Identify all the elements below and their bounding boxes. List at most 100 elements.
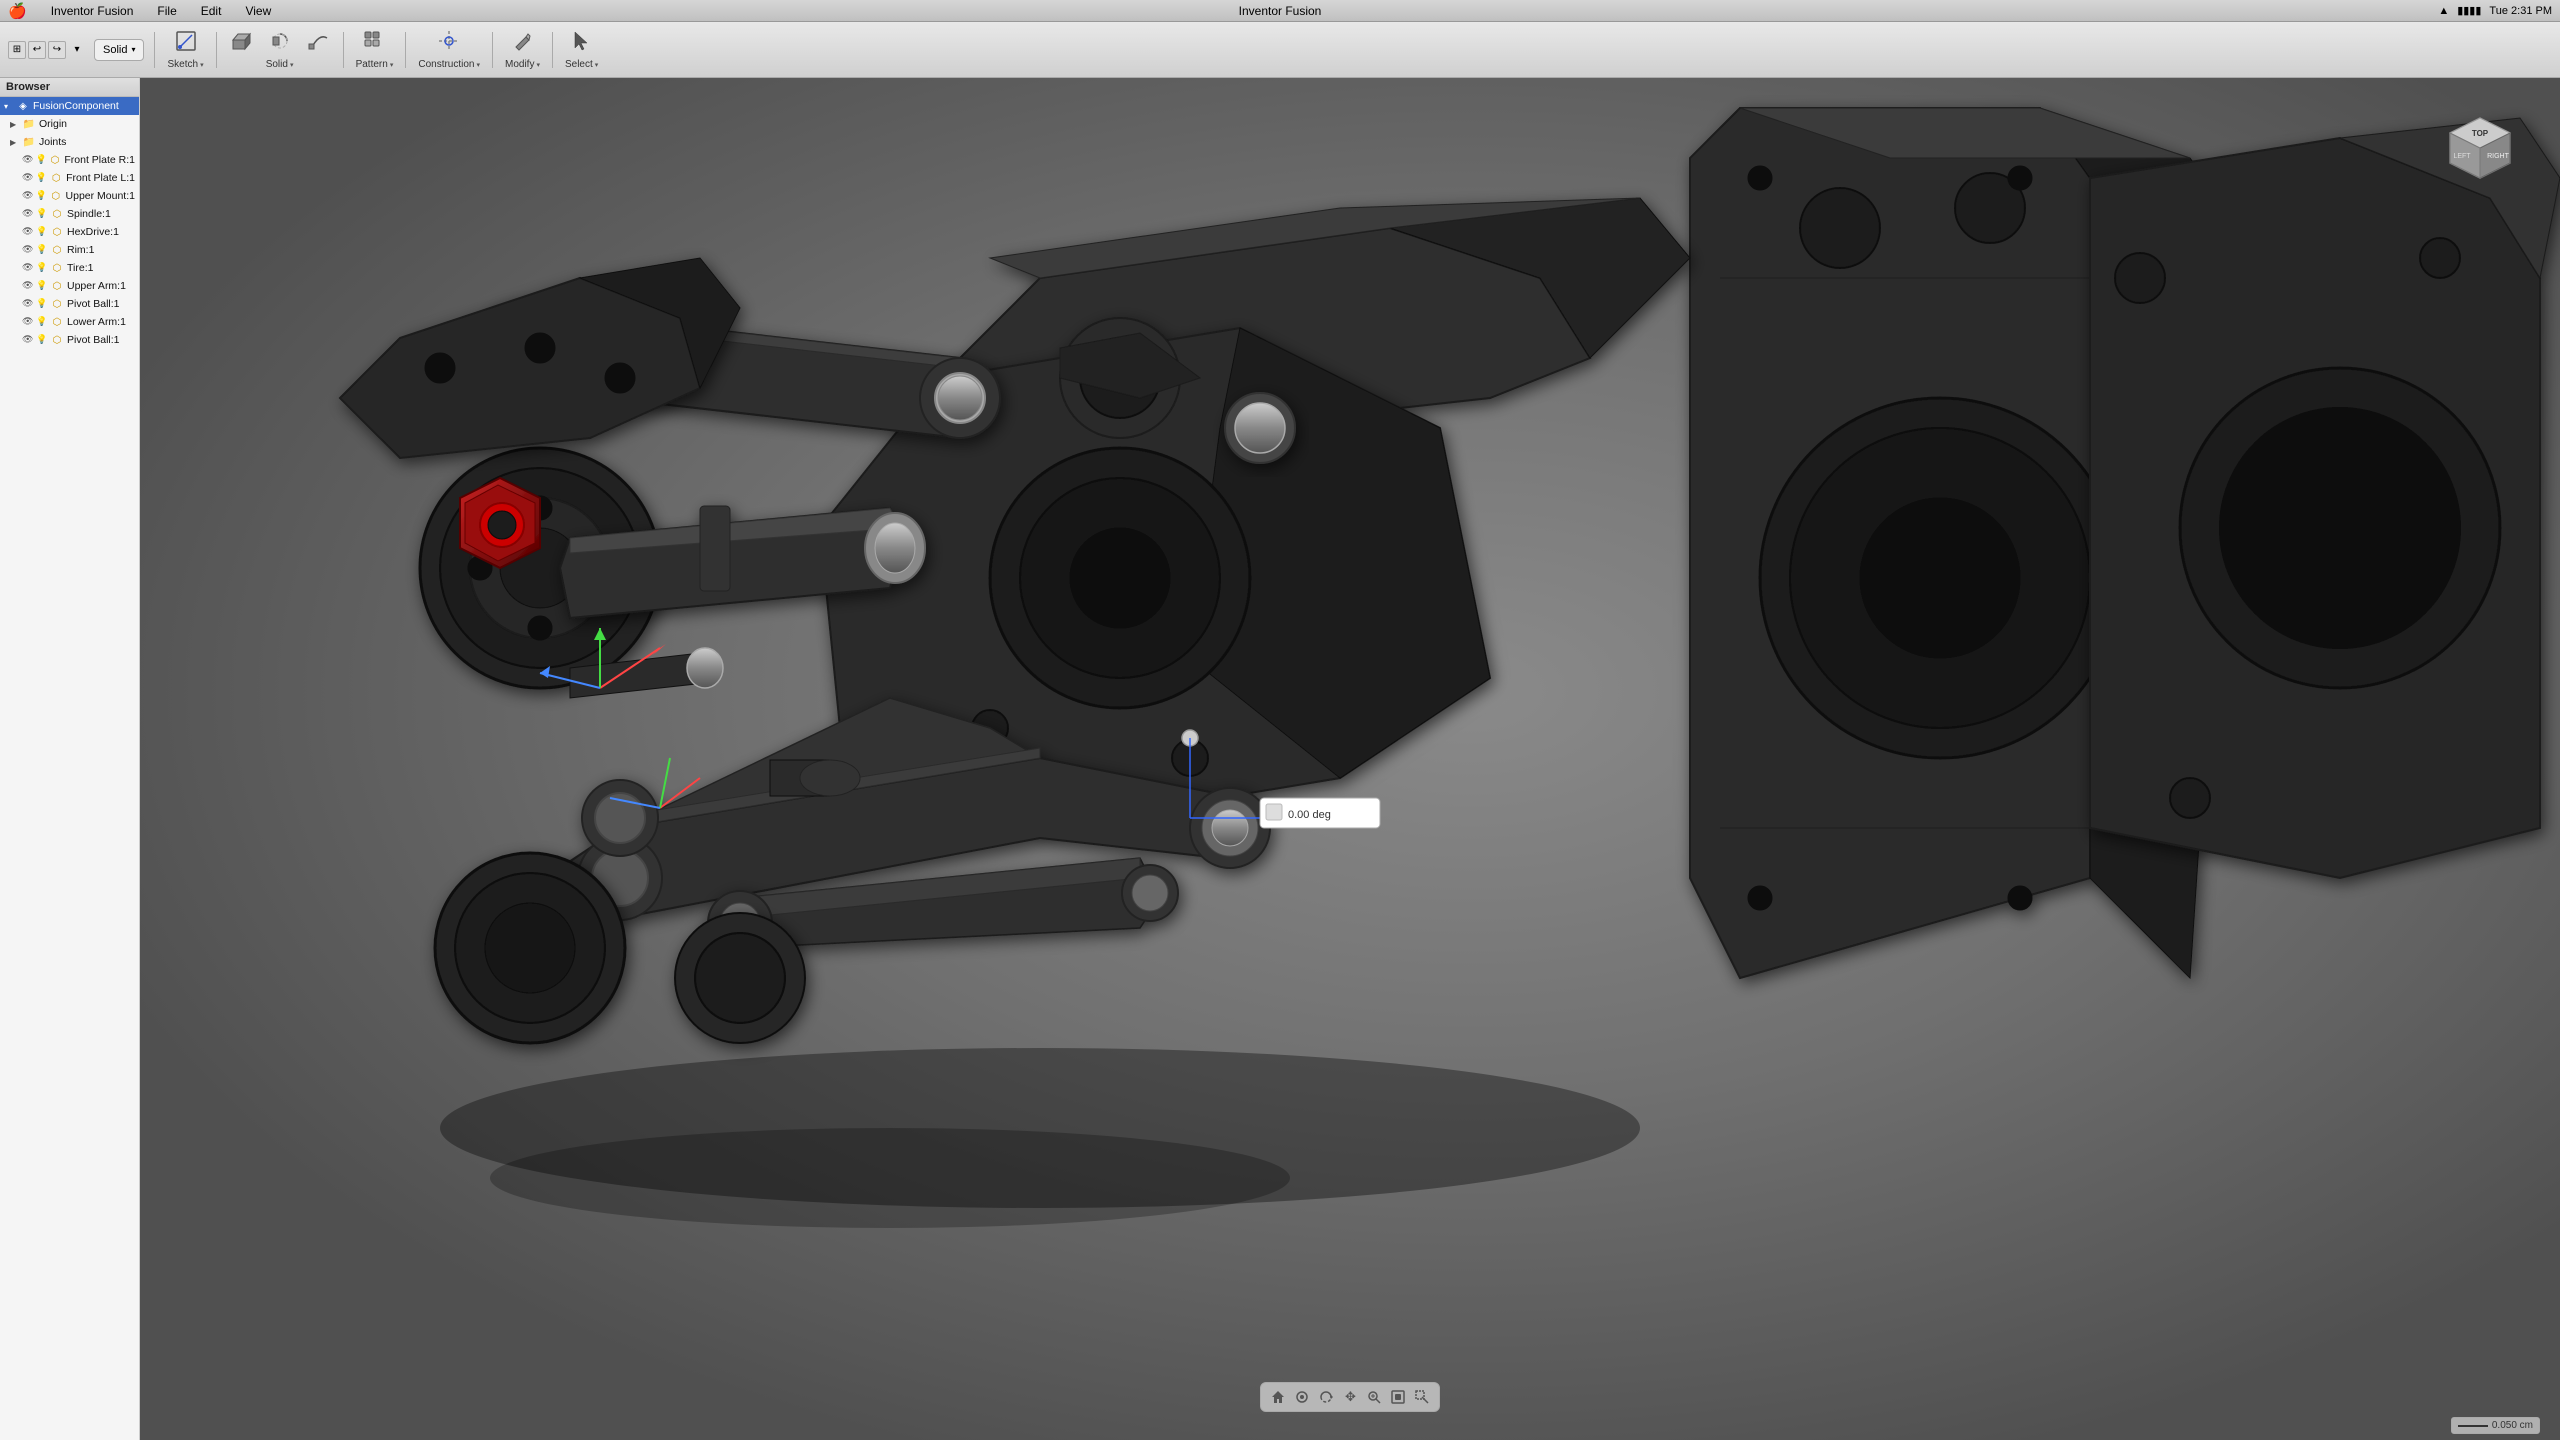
bulb-icon-tire[interactable]: 💡 <box>36 262 48 274</box>
nav-home-btn[interactable] <box>1267 1386 1289 1408</box>
viewcube[interactable]: TOP RIGHT LEFT <box>2440 108 2520 188</box>
body-icon-pb2: ⬡ <box>50 333 64 347</box>
svg-text:RIGHT: RIGHT <box>2487 153 2510 160</box>
browser-item-hexdrive[interactable]: 👁 💡 ⬡ HexDrive:1 <box>0 223 139 241</box>
sketch-icon-btn[interactable] <box>168 26 204 56</box>
browser-item-upper-arm[interactable]: 👁 💡 ⬡ Upper Arm:1 <box>0 277 139 295</box>
sweep-icon <box>307 29 331 53</box>
pattern-dropdown[interactable]: Pattern ▾ <box>350 56 400 73</box>
solid-icon-btn-3[interactable] <box>301 26 337 56</box>
eye-icon-ua[interactable]: 👁 <box>22 280 34 292</box>
modify-dropdown[interactable]: Modify ▾ <box>499 56 546 73</box>
eye-icon-tire[interactable]: 👁 <box>22 262 34 274</box>
eye-icon-pb2[interactable]: 👁 <box>22 334 34 346</box>
browser-item-lower-arm[interactable]: 👁 💡 ⬡ Lower Arm:1 <box>0 313 139 331</box>
browser-item-pivot-ball-2[interactable]: 👁 💡 ⬡ Pivot Ball:1 <box>0 331 139 349</box>
eye-icon-hd[interactable]: 👁 <box>22 226 34 238</box>
bulb-icon-ua[interactable]: 💡 <box>36 280 48 292</box>
construction-icon-btn[interactable] <box>431 26 467 56</box>
front-plate-r-label: Front Plate R:1 <box>64 154 135 166</box>
eye-icon-rim[interactable]: 👁 <box>22 244 34 256</box>
bulb-icon-sp[interactable]: 💡 <box>36 208 48 220</box>
pivot-ball-1a-label: Pivot Ball:1 <box>67 298 120 310</box>
origin-label: Origin <box>39 118 67 130</box>
svg-text:0.00 deg: 0.00 deg <box>1288 809 1331 821</box>
bulb-icon-la[interactable]: 💡 <box>36 316 48 328</box>
window-title: Inventor Fusion <box>1239 4 1322 18</box>
nav-fit-btn[interactable] <box>1387 1386 1409 1408</box>
modify-icon-btn[interactable] <box>504 26 540 56</box>
toolbar-group-pattern: Pattern ▾ <box>350 26 400 73</box>
browser-item-front-plate-r[interactable]: 👁 💡 ⬡ Front Plate R:1 <box>0 151 139 169</box>
bulb-icon-um[interactable]: 💡 <box>36 190 48 202</box>
sep4 <box>405 32 406 68</box>
pattern-icon-btn[interactable] <box>356 26 392 56</box>
modify-icon <box>510 29 534 53</box>
eye-icon-fpr[interactable]: 👁 <box>22 154 33 166</box>
upper-arm-label: Upper Arm:1 <box>67 280 126 292</box>
toolbar-icon-btn-3[interactable]: ↪ <box>48 41 66 59</box>
toolbar-group-solid: Solid ▾ <box>223 26 337 73</box>
body-icon-fpl: ⬡ <box>49 171 63 185</box>
body-icon-ua: ⬡ <box>50 279 64 293</box>
nav-look-btn[interactable] <box>1291 1386 1313 1408</box>
browser-item-fusion-component[interactable]: ▾ ◈ FusionComponent <box>0 97 139 115</box>
solid-icon-btn-1[interactable] <box>223 26 259 56</box>
sketch-arrow: ▾ <box>200 61 204 69</box>
bulb-icon-pb1[interactable]: 💡 <box>36 298 48 310</box>
solid-group-dropdown[interactable]: Solid ▾ <box>260 56 300 73</box>
view-menu-item[interactable]: View <box>241 3 275 19</box>
nav-zoombox-btn[interactable] <box>1411 1386 1433 1408</box>
bulb-icon-fpl[interactable]: 💡 <box>36 172 48 184</box>
eye-icon-um[interactable]: 👁 <box>22 190 34 202</box>
construction-dropdown[interactable]: Construction ▾ <box>412 56 486 73</box>
spindle-label: Spindle:1 <box>67 208 111 220</box>
nav-pan-btn[interactable]: ✥ <box>1339 1386 1361 1408</box>
menubar: 🍎 Inventor Fusion File Edit View Invento… <box>0 0 2560 22</box>
eye-icon-sp[interactable]: 👁 <box>22 208 34 220</box>
browser-item-rim[interactable]: 👁 💡 ⬡ Rim:1 <box>0 241 139 259</box>
solid-dropdown[interactable]: Solid ▾ <box>94 39 144 61</box>
svg-text:✥: ✥ <box>1345 1389 1356 1404</box>
apple-menu[interactable]: 🍎 <box>8 2 27 20</box>
bulb-icon-rim[interactable]: 💡 <box>36 244 48 256</box>
toolbar-icon-btn-4[interactable]: ▾ <box>68 41 86 59</box>
battery-icon: ▮▮▮▮ <box>2457 4 2481 17</box>
svg-text:TOP: TOP <box>2472 129 2489 138</box>
3d-viewport[interactable]: 0.00 deg TOP RIGHT LEFT <box>140 78 2560 1440</box>
construction-arrow: ▾ <box>476 61 480 69</box>
edit-menu-item[interactable]: Edit <box>197 3 226 19</box>
select-icon-btn[interactable] <box>564 26 600 56</box>
upper-mount-label: Upper Mount:1 <box>66 190 135 202</box>
bulb-icon-pb2[interactable]: 💡 <box>36 334 48 346</box>
browser-item-upper-mount[interactable]: 👁 💡 ⬡ Upper Mount:1 <box>0 187 139 205</box>
file-menu-item[interactable]: File <box>153 3 180 19</box>
bulb-icon-fpr[interactable]: 💡 <box>35 154 46 166</box>
eye-icon-la[interactable]: 👁 <box>22 316 34 328</box>
browser-item-origin[interactable]: ▶ 📁 Origin <box>0 115 139 133</box>
eye-icon-fpl[interactable]: 👁 <box>22 172 34 184</box>
eye-icon-pb1[interactable]: 👁 <box>22 298 34 310</box>
toolbar: ⊞ ↩ ↪ ▾ Solid ▾ Sketch ▾ <box>0 22 2560 78</box>
browser-item-spindle[interactable]: 👁 💡 ⬡ Spindle:1 <box>0 205 139 223</box>
body-icon-hd: ⬡ <box>50 225 64 239</box>
nav-zoom-btn[interactable] <box>1363 1386 1385 1408</box>
body-icon-sp: ⬡ <box>50 207 64 221</box>
select-dropdown[interactable]: Select ▾ <box>559 56 604 73</box>
toolbar-icon-btn-1[interactable]: ⊞ <box>8 41 26 59</box>
app-menu-item[interactable]: Inventor Fusion <box>47 3 138 19</box>
browser-item-joints[interactable]: ▶ 📁 Joints <box>0 133 139 151</box>
nav-orbit-btn[interactable] <box>1315 1386 1337 1408</box>
sep6 <box>552 32 553 68</box>
browser-item-front-plate-l[interactable]: 👁 💡 ⬡ Front Plate L:1 <box>0 169 139 187</box>
browser-item-pivot-ball-1[interactable]: 👁 💡 ⬡ Pivot Ball:1 <box>0 295 139 313</box>
solid-icon-btn-2[interactable] <box>262 26 298 56</box>
bulb-icon-hd[interactable]: 💡 <box>36 226 48 238</box>
select-icon <box>570 29 594 53</box>
toolbar-icon-btn-2[interactable]: ↩ <box>28 41 46 59</box>
sep1 <box>154 32 155 68</box>
browser-item-tire[interactable]: 👁 💡 ⬡ Tire:1 <box>0 259 139 277</box>
solid-group-arrow: ▾ <box>290 61 294 69</box>
solid-arrow: ▾ <box>131 45 135 54</box>
sketch-dropdown[interactable]: Sketch ▾ <box>161 56 209 73</box>
